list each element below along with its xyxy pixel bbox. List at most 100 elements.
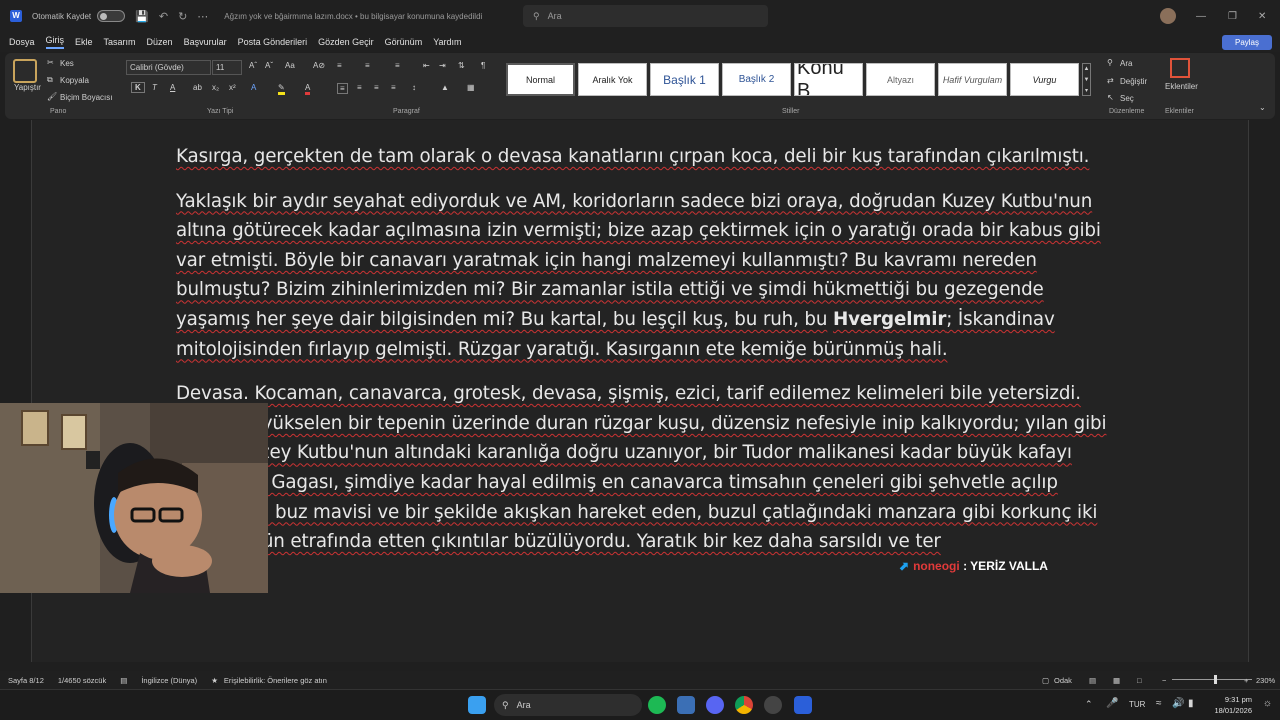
addins-icon[interactable]	[1170, 58, 1190, 78]
account-avatar[interactable]	[1160, 8, 1176, 24]
maximize-button[interactable]: ❐	[1228, 0, 1237, 32]
input-language[interactable]: TUR	[1129, 700, 1145, 709]
chrome-icon[interactable]	[735, 696, 753, 714]
multilevel-list-icon[interactable]: ≡	[395, 61, 400, 70]
menu-gozden-gecir[interactable]: Gözden Geçir	[318, 37, 374, 47]
tray-expand-icon[interactable]: ⌃	[1085, 699, 1093, 710]
collapse-ribbon-icon[interactable]: ⌄	[1259, 103, 1266, 112]
highlight-icon[interactable]: ✎	[278, 83, 285, 95]
increase-indent-icon[interactable]: ⇥	[439, 61, 446, 70]
grow-font-icon[interactable]: Aˆ	[249, 61, 257, 70]
superscript-button[interactable]: x²	[229, 83, 236, 92]
decrease-indent-icon[interactable]: ⇤	[423, 61, 430, 70]
style-hafif-vurgulama[interactable]: Hafif Vurgulam	[938, 63, 1007, 96]
share-button[interactable]: Paylaş	[1222, 35, 1272, 50]
save-icon[interactable]: 💾	[135, 10, 149, 23]
language-indicator[interactable]: İngilizce (Dünya)	[141, 676, 197, 685]
style-aralik-yok[interactable]: Aralık Yok	[578, 63, 647, 96]
zoom-slider-thumb[interactable]	[1214, 675, 1217, 684]
style-baslik-1[interactable]: Başlık 1	[650, 63, 719, 96]
numbering-icon[interactable]: ≡	[365, 61, 370, 70]
undo-icon[interactable]: ↶	[159, 10, 168, 23]
sort-icon[interactable]: ⇅	[458, 61, 465, 70]
style-vurgu[interactable]: Vurgu	[1010, 63, 1079, 96]
read-mode-icon[interactable]: ▤	[1089, 676, 1096, 685]
word-icon[interactable]	[794, 696, 812, 714]
app-icon[interactable]	[677, 696, 695, 714]
taskbar-search[interactable]: ⚲ Ara	[494, 694, 642, 716]
align-right-icon[interactable]: ≡	[374, 83, 379, 92]
paragraph[interactable]: Yaklaşık bir aydır seyahat ediyorduk ve …	[176, 187, 1111, 365]
zoom-slider[interactable]	[1172, 679, 1252, 680]
menu-dosya[interactable]: Dosya	[9, 37, 35, 47]
spotify-icon[interactable]	[648, 696, 666, 714]
paste-button[interactable]: Yapıştır	[14, 83, 41, 92]
style-konu-basligi[interactable]: Konu B	[794, 63, 863, 96]
menu-gorunum[interactable]: Görünüm	[385, 37, 423, 47]
select-button[interactable]: Seç	[1120, 94, 1134, 103]
focus-button[interactable]: Odak	[1054, 676, 1072, 685]
web-layout-icon[interactable]: □	[1137, 676, 1142, 685]
copy-button[interactable]: Kopyala	[60, 76, 89, 85]
underline-button[interactable]: A	[170, 83, 175, 92]
clear-format-icon[interactable]: A⊘	[313, 61, 325, 70]
battery-icon[interactable]: ▮	[1188, 698, 1194, 709]
autosave-toggle[interactable]	[97, 10, 126, 22]
shrink-font-icon[interactable]: Aˇ	[265, 61, 273, 70]
style-altyazi[interactable]: Altyazı	[866, 63, 935, 96]
replace-button[interactable]: Değiştir	[1120, 77, 1147, 86]
shading-icon[interactable]: ▲	[441, 83, 449, 92]
borders-icon[interactable]: ▦	[467, 83, 475, 92]
zoom-out-icon[interactable]: −	[1162, 676, 1166, 685]
discord-icon[interactable]	[706, 696, 724, 714]
subscript-button[interactable]: x₂	[212, 83, 219, 92]
close-button[interactable]: ✕	[1258, 0, 1266, 32]
styles-more-button[interactable]: ▲ ▼ ▾	[1082, 63, 1091, 96]
menu-giris[interactable]: Giriş	[45, 35, 65, 49]
addins-button[interactable]: Eklentiler	[1165, 82, 1198, 91]
font-family-select[interactable]: Calibri (Gövde)	[126, 60, 211, 75]
customize-qat-icon[interactable]: ⋯	[197, 10, 208, 23]
align-center-icon[interactable]: ≡	[357, 83, 362, 92]
zoom-in-icon[interactable]: +	[1244, 676, 1248, 685]
italic-button[interactable]: T	[152, 83, 157, 92]
justify-icon[interactable]: ≡	[391, 83, 396, 92]
start-icon[interactable]	[468, 696, 486, 714]
style-baslik-2[interactable]: Başlık 2	[722, 63, 791, 96]
paste-icon[interactable]	[13, 59, 37, 83]
page-indicator[interactable]: Sayfa 8/12	[8, 676, 44, 685]
minimize-button[interactable]: —	[1196, 0, 1206, 32]
paragraph[interactable]: Kasırga, gerçekten de tam olarak o devas…	[176, 142, 1111, 172]
zoom-level[interactable]: 230%	[1256, 676, 1275, 685]
menu-posta[interactable]: Posta Gönderileri	[238, 37, 308, 47]
taskbar-clock[interactable]: 9:31 pm 18/01/2026	[1214, 694, 1252, 716]
cut-button[interactable]: Kes	[60, 59, 74, 68]
obs-icon[interactable]	[764, 696, 782, 714]
find-button[interactable]: Ara	[1120, 59, 1132, 68]
notifications-icon[interactable]: ☼	[1263, 698, 1272, 709]
bullets-icon[interactable]: ≡	[337, 61, 342, 70]
redo-icon[interactable]: ↻	[178, 10, 187, 23]
proofing-icon[interactable]: ▤	[120, 676, 127, 685]
paragraph[interactable]: Devasa. Kocaman, canavarca, grotesk, dev…	[176, 379, 1111, 557]
line-spacing-icon[interactable]: ↕	[412, 83, 416, 92]
format-painter-button[interactable]: Biçim Boyacısı	[60, 93, 112, 102]
style-normal[interactable]: Normal	[506, 63, 575, 96]
font-color-icon[interactable]: A	[305, 83, 311, 95]
volume-icon[interactable]: 🔊	[1172, 698, 1184, 709]
microphone-icon[interactable]: 🎤	[1106, 698, 1118, 709]
font-size-select[interactable]: 11	[212, 60, 242, 75]
menu-yardim[interactable]: Yardım	[433, 37, 461, 47]
wifi-icon[interactable]: ≈	[1156, 698, 1162, 709]
show-marks-icon[interactable]: ¶	[481, 61, 485, 70]
menu-ekle[interactable]: Ekle	[75, 37, 93, 47]
strikethrough-button[interactable]: ab	[193, 83, 202, 92]
align-left-icon[interactable]: ≡	[337, 83, 348, 94]
text-effects-icon[interactable]: A	[251, 83, 256, 92]
menu-duzen[interactable]: Düzen	[147, 37, 173, 47]
document-text[interactable]: Kasırga, gerçekten de tam olarak o devas…	[176, 142, 1111, 572]
menu-tasarim[interactable]: Tasarım	[104, 37, 136, 47]
word-count[interactable]: 1/4650 sözcük	[58, 676, 106, 685]
accessibility-status[interactable]: Erişilebilirlik: Önerilere göz atın	[224, 676, 327, 685]
search-input[interactable]: ⚲ Ara	[523, 5, 768, 27]
